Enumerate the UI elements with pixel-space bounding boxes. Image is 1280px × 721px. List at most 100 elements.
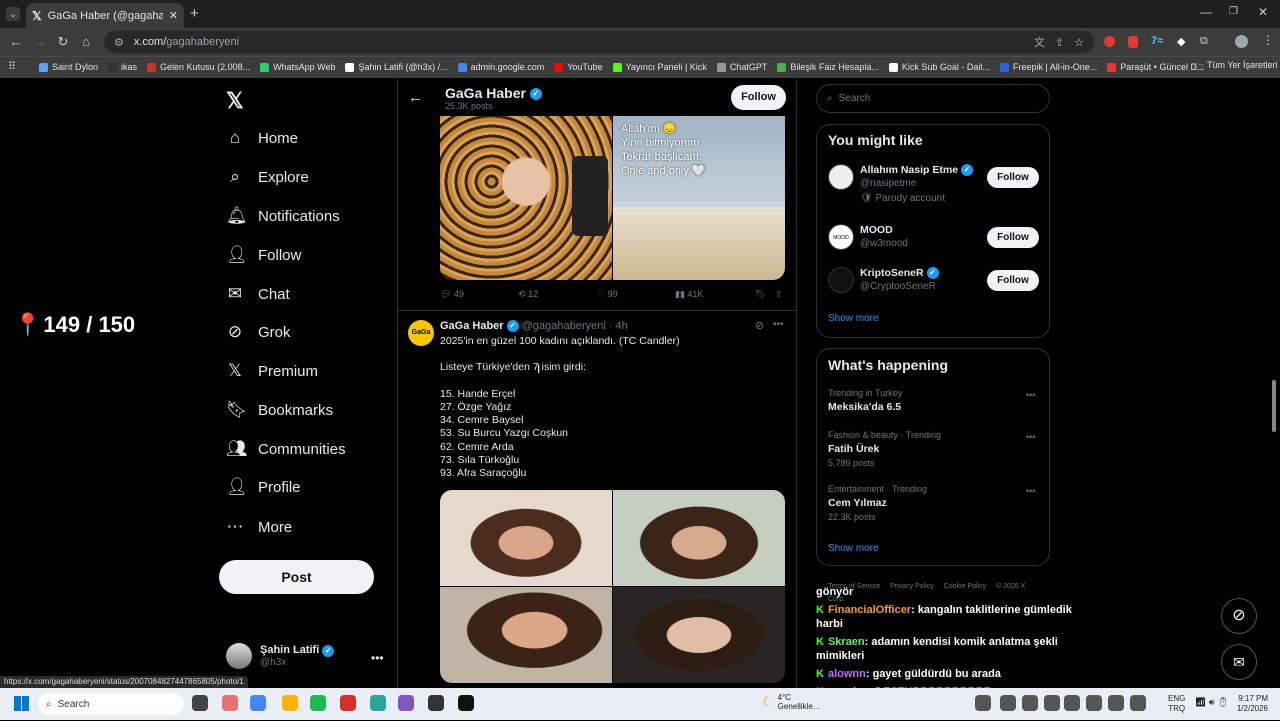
nav-profile[interactable]: 👤︎ Profile: [226, 473, 301, 501]
bookmark-item[interactable]: ChatGPT: [712, 62, 773, 72]
trend-more-icon[interactable]: •••: [1026, 486, 1035, 496]
extension-shield-icon[interactable]: [1128, 36, 1138, 48]
post-photo-4[interactable]: [613, 587, 785, 683]
post-avatar[interactable]: GaGa: [408, 320, 434, 346]
messages-float-button[interactable]: ✉: [1221, 644, 1257, 680]
person-avatar[interactable]: MOOD: [828, 224, 854, 250]
bookmark-item[interactable]: admin.google.com: [453, 62, 550, 72]
taskbar-app-icon[interactable]: [250, 695, 266, 711]
bookmark-item[interactable]: Yayıncı Paneli | Kick: [608, 62, 712, 72]
profile-avatar-icon[interactable]: [1235, 35, 1248, 48]
bookmark-item[interactable]: Freepik | All-in-One...: [995, 62, 1102, 72]
new-tab-icon[interactable]: +: [190, 5, 199, 22]
taskbar-app-icon[interactable]: [1108, 695, 1124, 711]
trend-item[interactable]: Entertainment · Trending Cem Yılmaz 22.3K …: [828, 484, 1038, 522]
person-avatar[interactable]: [828, 267, 854, 293]
close-window-icon[interactable]: ✕: [1258, 5, 1268, 19]
bookmark-star-icon[interactable]: ☆: [1074, 36, 1084, 49]
bookmark-item[interactable]: WhatsApp Web: [255, 62, 340, 72]
post-photo-1[interactable]: [440, 490, 612, 586]
taskbar-app-icon[interactable]: [1044, 695, 1060, 711]
nav-follow[interactable]: 👤︎ Follow: [226, 241, 301, 269]
prev-post-image-left[interactable]: [440, 116, 612, 280]
windows-start-icon[interactable]: [14, 696, 29, 711]
page-scrollbar[interactable]: [1272, 380, 1276, 432]
taskbar-app-icon[interactable]: [222, 695, 238, 711]
account-switcher[interactable]: Şahin Latifi ✓ @h3x: [226, 643, 335, 669]
reload-icon[interactable]: ↻: [55, 34, 71, 50]
extension-diamond-icon[interactable]: ◆: [1177, 35, 1185, 48]
nav-home[interactable]: ⌂ Home: [226, 124, 298, 152]
post-handle[interactable]: @gagahaberyeni: [522, 320, 606, 332]
language-indicator[interactable]: ENG TRQ: [1168, 694, 1185, 714]
nav-chat[interactable]: ✉ Chat: [226, 280, 290, 308]
extension-blue-icon[interactable]: 7≈: [1151, 35, 1163, 47]
prev-post-image-right[interactable]: Allah'ım 😞 Yine bitmiyorum. Tekrar başlıca…: [613, 116, 785, 280]
home-icon[interactable]: ⌂: [78, 34, 94, 50]
person-avatar[interactable]: [828, 164, 854, 190]
taskbar-app-icon[interactable]: [282, 695, 298, 711]
share-icon[interactable]: ⇪: [1055, 36, 1064, 49]
minimize-icon[interactable]: —: [1200, 5, 1212, 19]
repost-action[interactable]: ⟲ 12: [518, 289, 597, 300]
taskbar-app-icon[interactable]: [192, 695, 208, 711]
weather-widget[interactable]: ☾ 4°C Genellikle...: [762, 693, 819, 711]
bookmark-item[interactable]: Şahin Latifi (@h3x) /...: [340, 62, 452, 72]
account-more-icon[interactable]: •••: [371, 651, 384, 665]
nav-premium[interactable]: 𝕏 Premium: [226, 357, 318, 385]
post-photo-3[interactable]: [440, 587, 612, 683]
happening-show-more[interactable]: Show more: [828, 543, 879, 554]
post-author[interactable]: GaGa Haber: [440, 320, 504, 332]
back-arrow-icon[interactable]: ←: [408, 89, 423, 106]
taskbar-search[interactable]: ⌕ Search: [38, 693, 184, 715]
nav-more[interactable]: ⋯ More: [226, 513, 293, 541]
taskbar-app-icon[interactable]: [428, 695, 444, 711]
post-button[interactable]: Post: [219, 560, 374, 594]
profile-follow-button[interactable]: Follow: [731, 85, 786, 110]
taskbar-app-icon[interactable]: [310, 695, 326, 711]
nav-explore[interactable]: ⌕ Explore: [226, 163, 309, 191]
active-tab[interactable]: 𝕏 GaGa Haber (@gagahaberyeni) ✕: [26, 3, 184, 28]
search-input[interactable]: ⌕ Search: [816, 84, 1050, 113]
bookmark-item[interactable]: Bileşik Faiz Hesapla...: [772, 62, 884, 72]
close-tab-icon[interactable]: ✕: [169, 9, 178, 22]
grok-icon[interactable]: ⊘: [755, 319, 764, 332]
bookmark-item[interactable]: ikas: [103, 62, 142, 72]
taskbar-app-icon[interactable]: [975, 695, 991, 711]
clock[interactable]: 9:17 PM 1/2/2026: [1230, 694, 1268, 714]
taskbar-app-icon[interactable]: [458, 695, 474, 711]
tab-search-icon[interactable]: ⌄: [6, 7, 20, 21]
x-logo-icon[interactable]: 𝕏: [226, 88, 244, 114]
forward-icon[interactable]: →: [32, 34, 48, 50]
bookmark-item[interactable]: YouTube: [549, 62, 607, 72]
grok-float-button[interactable]: ⊘: [1221, 598, 1257, 634]
nav-grok[interactable]: ⊘ Grok: [226, 318, 291, 346]
taskbar-app-icon[interactable]: [1086, 695, 1102, 711]
nav-notifications[interactable]: 🔔︎ Notifications: [226, 202, 340, 230]
system-tray-icons[interactable]: 📶︎ 🔊︎ 🔋︎: [1195, 697, 1229, 708]
bookmark-item[interactable]: Saint Dylon: [34, 62, 103, 72]
extensions-puzzle-icon[interactable]: ⧉: [1200, 35, 1208, 48]
taskbar-app-icon[interactable]: [1064, 695, 1080, 711]
post-time[interactable]: · 4h: [609, 320, 628, 332]
trend-more-icon[interactable]: •••: [1026, 432, 1035, 442]
taskbar-app-icon[interactable]: [1022, 695, 1038, 711]
translate-icon[interactable]: 文: [1034, 34, 1045, 50]
taskbar-app-icon[interactable]: [1130, 695, 1146, 711]
trend-item[interactable]: Trending in Turkey Meksika'da 6.5: [828, 388, 1038, 413]
person-info[interactable]: Allahım Nasip Etme ✓ @nasipetme 🛡 Parody a…: [860, 164, 973, 204]
taskbar-app-icon[interactable]: [340, 695, 356, 711]
person-info[interactable]: MOOD @w3mood: [860, 224, 908, 249]
reply-action[interactable]: 💬︎ 49: [440, 289, 518, 300]
share-icon[interactable]: ⇧: [775, 289, 783, 300]
might-like-show-more[interactable]: Show more: [828, 313, 879, 324]
trend-item[interactable]: Fashion & beauty · Trending Fatih Ürek 5,7…: [828, 430, 1038, 468]
follow-button[interactable]: Follow: [987, 227, 1039, 248]
taskbar-app-icon[interactable]: [370, 695, 386, 711]
taskbar-app-icon[interactable]: [398, 695, 414, 711]
views-action[interactable]: ▮▮ 41K: [675, 289, 755, 300]
apps-icon[interactable]: ⠿: [8, 60, 16, 73]
address-bar[interactable]: ⚙ x.com/gagahaberyeni 文 ⇪ ☆: [104, 31, 1094, 53]
bookmark-icon[interactable]: 🔖︎: [755, 289, 775, 300]
bookmark-item[interactable]: Kick Sub Goal - Dail...: [884, 62, 995, 72]
